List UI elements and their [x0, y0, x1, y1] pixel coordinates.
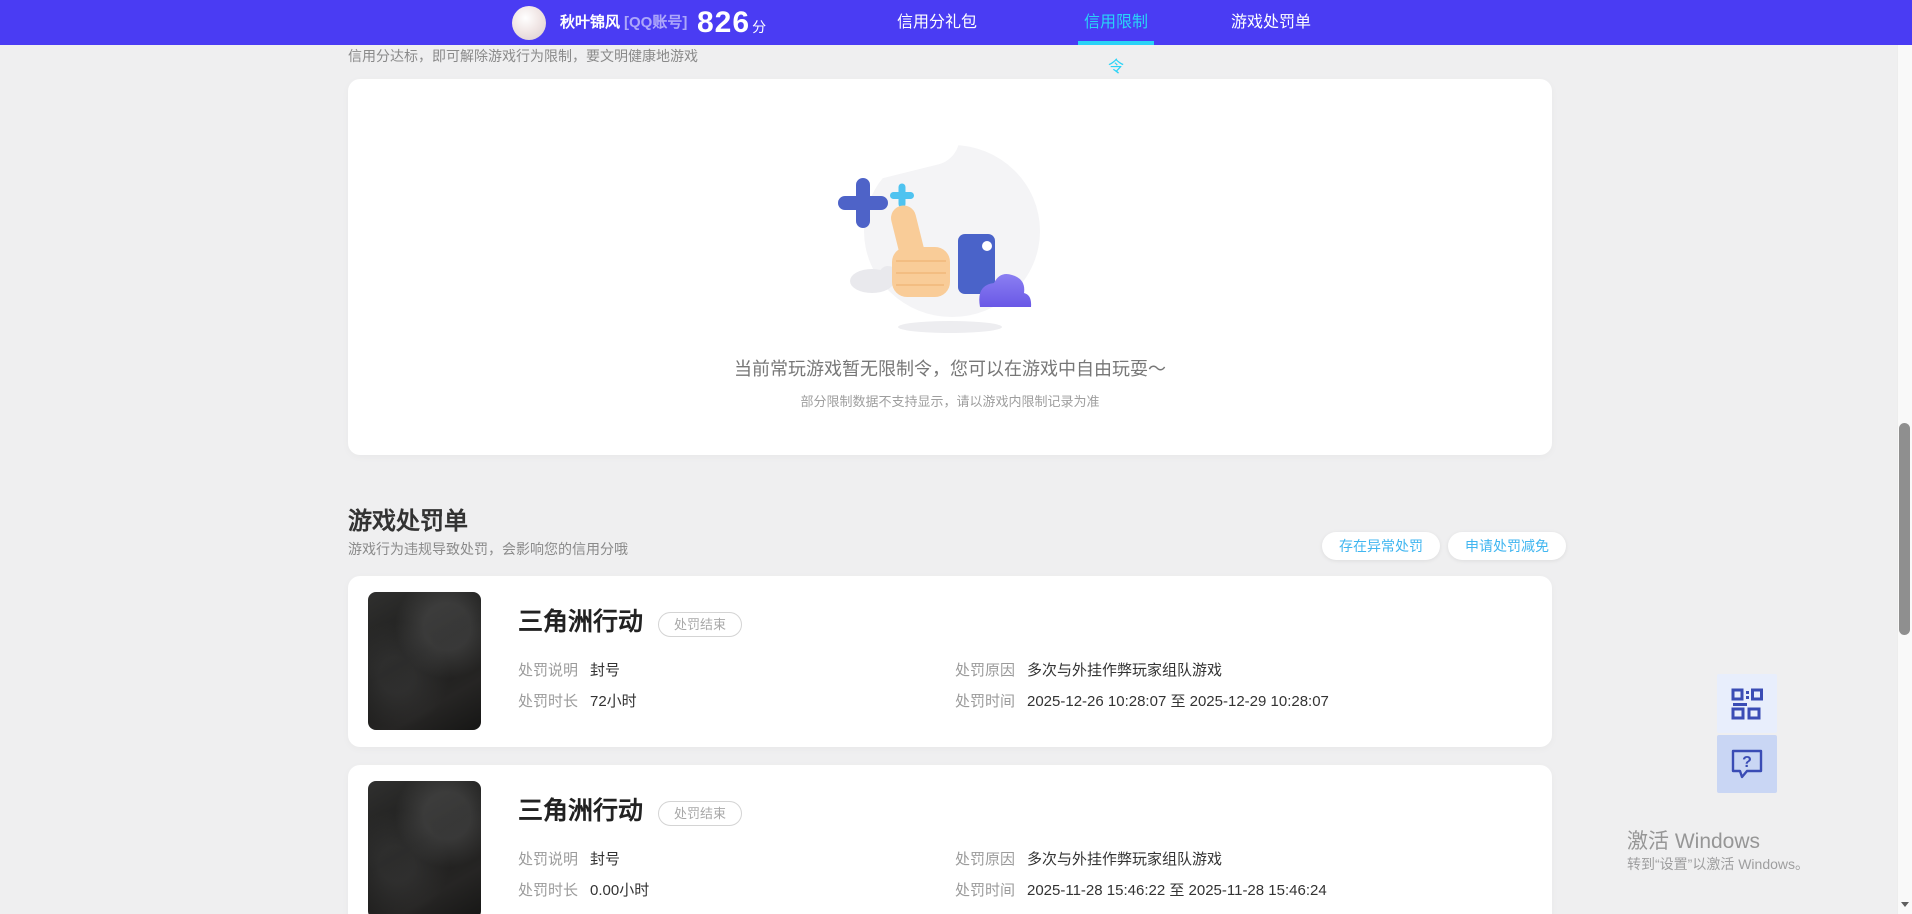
- user-name: 秋叶锦风 [QQ账号]: [560, 0, 687, 45]
- duration-label: 处罚时长: [518, 882, 579, 899]
- reason-value: 多次与外挂作弊玩家组队游戏: [1027, 662, 1223, 679]
- duration-value: 0.00小时: [590, 882, 650, 899]
- scrollbar-down-arrow[interactable]: [1901, 902, 1909, 907]
- duration-label: 处罚时长: [518, 693, 579, 710]
- reason-label: 处罚原因: [955, 851, 1016, 868]
- penalty-card: 三角洲行动 处罚结束 处罚说明 封号 处罚原因 多次与外挂作弊玩家组队游戏 处罚…: [348, 576, 1552, 747]
- game-title: 三角洲行动: [518, 608, 644, 636]
- penalty-reduction-button[interactable]: 申请处罚减免: [1448, 532, 1566, 560]
- help-bubble-icon: ?: [1731, 749, 1763, 779]
- no-restriction-note: 部分限制数据不支持显示，请以游戏内限制记录为准: [800, 394, 1100, 409]
- penalty-card: 三角洲行动 处罚结束 处罚说明 封号 处罚原因 多次与外挂作弊玩家组队游戏 处罚…: [348, 765, 1552, 914]
- explain-label: 处罚说明: [518, 851, 579, 868]
- explain-label: 处罚说明: [518, 662, 579, 679]
- credit-page: 秋叶锦风 [QQ账号] 826 分 信用分礼包 信用限制令 游戏处罚单 信用分达标，…: [0, 0, 1912, 914]
- time-label: 处罚时间: [955, 693, 1016, 710]
- time-value: 2025-12-26 10:28:07 至 2025-12-29 10:28:0…: [1027, 693, 1329, 710]
- penalty-status-badge: 处罚结束: [658, 801, 743, 826]
- qr-code-button[interactable]: [1717, 674, 1777, 733]
- reason-value: 多次与外挂作弊玩家组队游戏: [1027, 851, 1223, 868]
- penalty-section-title: 游戏处罚单: [348, 508, 468, 535]
- credit-score-value: 826: [697, 6, 751, 39]
- windows-activation-hint: 转到“设置”以激活 Windows。: [1627, 856, 1810, 872]
- top-nav-bar: 秋叶锦风 [QQ账号] 826 分 信用分礼包 信用限制令 游戏处罚单: [0, 0, 1912, 76]
- restriction-intro-text: 信用分达标，即可解除游戏行为限制，要文明健康地游戏: [348, 48, 698, 64]
- no-restriction-message: 当前常玩游戏暂无限制令，您可以在游戏中自由玩耍～: [734, 359, 1166, 379]
- time-label: 处罚时间: [955, 882, 1016, 899]
- reason-label: 处罚原因: [955, 662, 1016, 679]
- abnormal-penalty-button[interactable]: 存在异常处罚: [1322, 532, 1440, 560]
- thumbs-up-illustration: [838, 139, 1040, 333]
- tab-game-penalty[interactable]: 游戏处罚单: [1230, 0, 1312, 45]
- avatar[interactable]: [512, 6, 546, 40]
- duration-value: 72小时: [590, 693, 637, 710]
- scrollbar-thumb[interactable]: [1899, 423, 1910, 635]
- explain-value: 封号: [590, 851, 621, 868]
- penalty-status-badge: 处罚结束: [658, 612, 743, 637]
- game-thumbnail: [368, 592, 481, 730]
- no-restriction-card: 当前常玩游戏暂无限制令，您可以在游戏中自由玩耍～ 部分限制数据不支持显示，请以游…: [348, 79, 1552, 455]
- user-name-text: 秋叶锦风: [560, 14, 621, 31]
- tab-credit-restriction[interactable]: 信用限制令: [1078, 0, 1154, 76]
- game-thumbnail: [368, 781, 481, 914]
- qr-code-icon: [1731, 688, 1763, 719]
- credit-score: 826 分: [697, 0, 766, 45]
- tab-credit-gift[interactable]: 信用分礼包: [895, 0, 979, 45]
- penalty-section-subtitle: 游戏行为违规导致处罚，会影响您的信用分哦: [348, 541, 628, 557]
- game-title: 三角洲行动: [518, 797, 644, 825]
- windows-activation-watermark: 激活 Windows: [1627, 830, 1761, 853]
- active-tab-underline: [1078, 41, 1154, 45]
- help-question-glyph: ?: [1742, 754, 1752, 771]
- account-type-tag: [QQ账号]: [624, 14, 688, 31]
- explain-value: 封号: [590, 662, 621, 679]
- credit-score-unit: 分: [752, 19, 767, 35]
- time-value: 2025-11-28 15:46:22 至 2025-11-28 15:46:2…: [1027, 882, 1327, 899]
- help-button[interactable]: ?: [1717, 735, 1777, 793]
